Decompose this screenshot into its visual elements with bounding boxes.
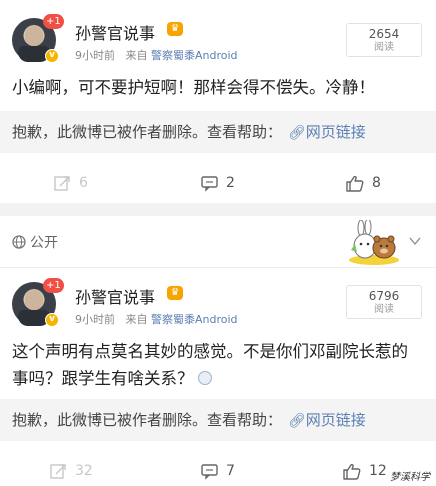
like-button[interactable]: 12 xyxy=(343,451,387,486)
visibility-label-wrap[interactable]: 公开 xyxy=(12,232,58,252)
like-count: 8 xyxy=(372,175,381,191)
comment-icon xyxy=(201,175,218,192)
verified-icon: v xyxy=(45,313,59,327)
action-bar: 6 2 8 xyxy=(0,163,436,203)
member-crown-icon: ♛ xyxy=(167,22,183,36)
comment-button[interactable]: 7 xyxy=(201,451,235,486)
deleted-notice-text: 抱歉，此微博已被作者删除。查看帮助： xyxy=(12,411,283,429)
link-icon: 🔗︎ xyxy=(288,125,306,141)
link-icon: 🔗︎ xyxy=(288,413,306,429)
notification-badge: +1 xyxy=(43,14,64,29)
avatar-face xyxy=(25,26,43,46)
author-name[interactable]: 孙警官说事 xyxy=(75,284,155,308)
action-bar: 32 7 12 xyxy=(0,451,436,486)
member-crown-icon: ♛ xyxy=(167,286,183,300)
visibility-label: 公开 xyxy=(30,235,58,251)
deleted-notice-text: 抱歉，此微博已被作者删除。查看帮助： xyxy=(12,123,283,141)
notification-badge: +1 xyxy=(43,278,64,293)
verified-icon: v xyxy=(45,49,59,63)
read-count: 2654 xyxy=(368,27,400,41)
sticker-rabbit-bear xyxy=(349,220,399,265)
weibo-post-1: +1 v 孙警官说事 ♛ 9小时前 来自 警察蜀黍Android 2654 阅读… xyxy=(0,0,436,203)
repost-icon xyxy=(50,463,66,479)
repost-icon xyxy=(54,175,70,191)
repost-count: 6 xyxy=(79,175,88,191)
post-meta: 9小时前 来自 警察蜀黍Android xyxy=(75,47,238,63)
weibo-post-2: +1 v 孙警官说事 ♛ 9小时前 来自 警察蜀黍Android 6796 阅读… xyxy=(0,268,436,486)
avatar-face xyxy=(25,290,43,310)
deleted-notice[interactable]: 抱歉，此微博已被作者删除。查看帮助： 🔗︎网页链接 xyxy=(0,399,436,441)
comment-count: 2 xyxy=(226,175,235,191)
watermark: 梦溪科学 xyxy=(390,472,430,483)
post-source[interactable]: 警察蜀黍Android xyxy=(151,313,238,326)
like-icon xyxy=(346,175,364,192)
post-content[interactable]: 小编啊，可不要护短啊！那样会得不偿失。冷静！ xyxy=(12,74,424,101)
comment-button[interactable]: 2 xyxy=(201,163,235,203)
visibility-row: 公开 xyxy=(0,216,436,268)
post-meta: 9小时前 来自 警察蜀黍Android xyxy=(75,311,238,327)
like-button[interactable]: 8 xyxy=(346,163,381,203)
section-divider xyxy=(0,203,436,216)
read-count-box: 6796 阅读 xyxy=(346,285,422,319)
chevron-down-icon[interactable] xyxy=(408,234,422,248)
author-name[interactable]: 孙警官说事 xyxy=(75,20,155,44)
repost-button[interactable]: 32 xyxy=(50,451,93,486)
post-source[interactable]: 警察蜀黍Android xyxy=(151,49,238,62)
help-link[interactable]: 网页链接 xyxy=(306,123,366,141)
read-label: 阅读 xyxy=(374,304,394,315)
read-count-box: 2654 阅读 xyxy=(346,23,422,57)
comment-icon xyxy=(201,463,218,480)
repost-button[interactable]: 6 xyxy=(54,163,88,203)
avatar[interactable]: +1 v xyxy=(12,278,64,327)
source-prefix: 来自 xyxy=(125,49,148,62)
deleted-notice[interactable]: 抱歉，此微博已被作者删除。查看帮助： 🔗︎网页链接 xyxy=(0,111,436,153)
repost-count: 32 xyxy=(75,463,93,479)
read-count: 6796 xyxy=(368,289,400,303)
globe-icon xyxy=(12,235,26,249)
read-label: 阅读 xyxy=(374,42,394,53)
comment-count: 7 xyxy=(226,463,235,479)
post-content[interactable]: 这个声明有点莫名其妙的感觉。不是你们邓副院长惹的事吗？跟学生有啥关系？ xyxy=(12,338,424,392)
post-time: 9小时前 xyxy=(75,49,115,62)
help-link[interactable]: 网页链接 xyxy=(306,411,366,429)
post-time: 9小时前 xyxy=(75,313,115,326)
like-icon xyxy=(343,463,361,480)
source-prefix: 来自 xyxy=(125,313,148,326)
emoji-icon xyxy=(197,371,212,385)
avatar[interactable]: +1 v xyxy=(12,14,64,63)
like-count: 12 xyxy=(369,463,387,479)
